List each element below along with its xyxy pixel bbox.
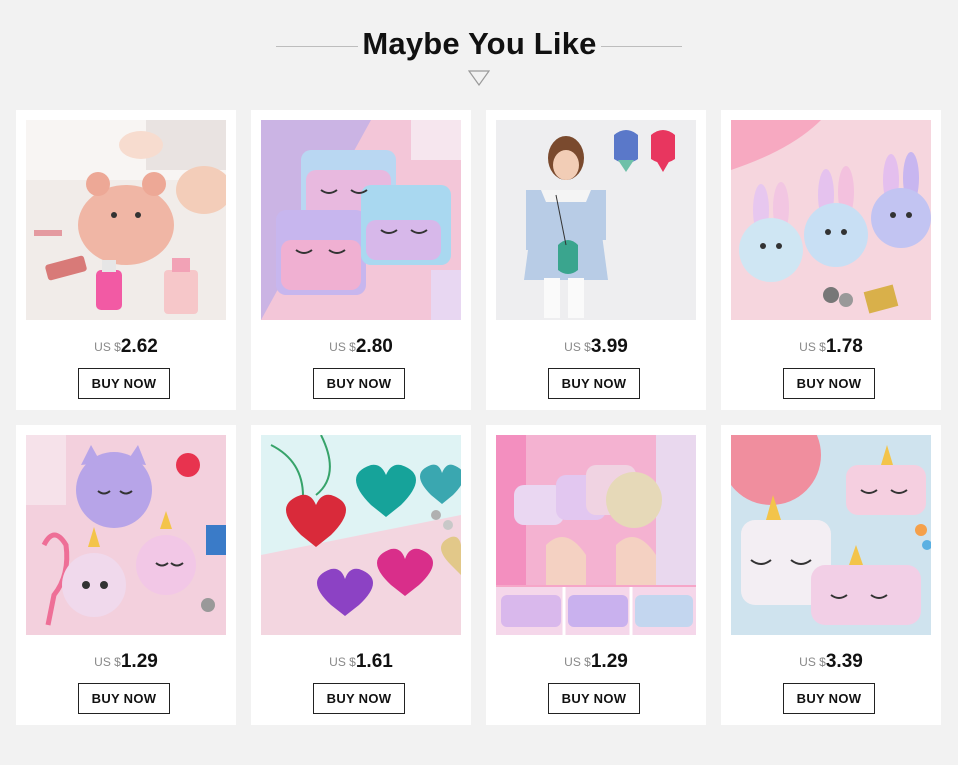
- product-price: US $2.80: [251, 336, 471, 358]
- buy-now-button[interactable]: BUY NOW: [78, 368, 170, 399]
- product-price: US $1.29: [486, 651, 706, 673]
- product-image-holographic-purses[interactable]: [496, 435, 696, 635]
- product-image-bear-plush-wallet[interactable]: [26, 120, 226, 320]
- product-price: US $2.62: [16, 336, 236, 358]
- currency-label: US $: [564, 655, 591, 669]
- buy-now-button[interactable]: BUY NOW: [313, 683, 405, 714]
- price-value: 3.99: [590, 336, 628, 357]
- currency-label: US $: [329, 655, 356, 669]
- price-value: 1.61: [355, 651, 393, 672]
- product-card[interactable]: US $2.80 BUY NOW: [251, 110, 471, 410]
- product-card[interactable]: US $1.78 BUY NOW: [721, 110, 941, 410]
- buy-now-button[interactable]: BUY NOW: [548, 368, 640, 399]
- price-value: 1.29: [590, 651, 628, 672]
- currency-label: US $: [329, 340, 356, 354]
- product-image-cat-unicorn-purses[interactable]: [26, 435, 226, 635]
- buy-now-button[interactable]: BUY NOW: [78, 683, 170, 714]
- product-price: US $1.61: [251, 651, 471, 673]
- header-divider-left: [276, 46, 358, 47]
- product-price: US $1.29: [16, 651, 236, 673]
- product-card[interactable]: US $3.39 BUY NOW: [721, 425, 941, 725]
- product-card[interactable]: US $1.29 BUY NOW: [16, 425, 236, 725]
- product-image-unicorn-plush-bags[interactable]: [261, 120, 461, 320]
- product-price: US $3.39: [721, 651, 941, 673]
- price-value: 1.29: [120, 651, 158, 672]
- product-image-girl-sequin-bag[interactable]: [496, 120, 696, 320]
- chevron-down-icon: [467, 70, 491, 91]
- buy-now-button[interactable]: BUY NOW: [313, 368, 405, 399]
- currency-label: US $: [564, 340, 591, 354]
- product-image-unicorn-pencil-cases[interactable]: [731, 435, 931, 635]
- product-image-sequin-heart-bags[interactable]: [261, 435, 461, 635]
- buy-now-button[interactable]: BUY NOW: [783, 683, 875, 714]
- product-card[interactable]: US $2.62 BUY NOW: [16, 110, 236, 410]
- price-value: 1.78: [825, 336, 863, 357]
- currency-label: US $: [799, 340, 826, 354]
- product-image-bunny-coin-purses[interactable]: [731, 120, 931, 320]
- buy-now-button[interactable]: BUY NOW: [548, 683, 640, 714]
- buy-now-button[interactable]: BUY NOW: [783, 368, 875, 399]
- currency-label: US $: [94, 655, 121, 669]
- product-card[interactable]: US $3.99 BUY NOW: [486, 110, 706, 410]
- section-title: Maybe You Like: [362, 26, 597, 61]
- currency-label: US $: [799, 655, 826, 669]
- currency-label: US $: [94, 340, 121, 354]
- product-card[interactable]: US $1.29 BUY NOW: [486, 425, 706, 725]
- product-card[interactable]: US $1.61 BUY NOW: [251, 425, 471, 725]
- price-value: 2.62: [120, 336, 158, 357]
- section-header: Maybe You Like: [0, 0, 958, 100]
- header-divider-right: [601, 46, 682, 47]
- product-price: US $1.78: [721, 336, 941, 358]
- product-price: US $3.99: [486, 336, 706, 358]
- price-value: 3.39: [825, 651, 863, 672]
- price-value: 2.80: [355, 336, 393, 357]
